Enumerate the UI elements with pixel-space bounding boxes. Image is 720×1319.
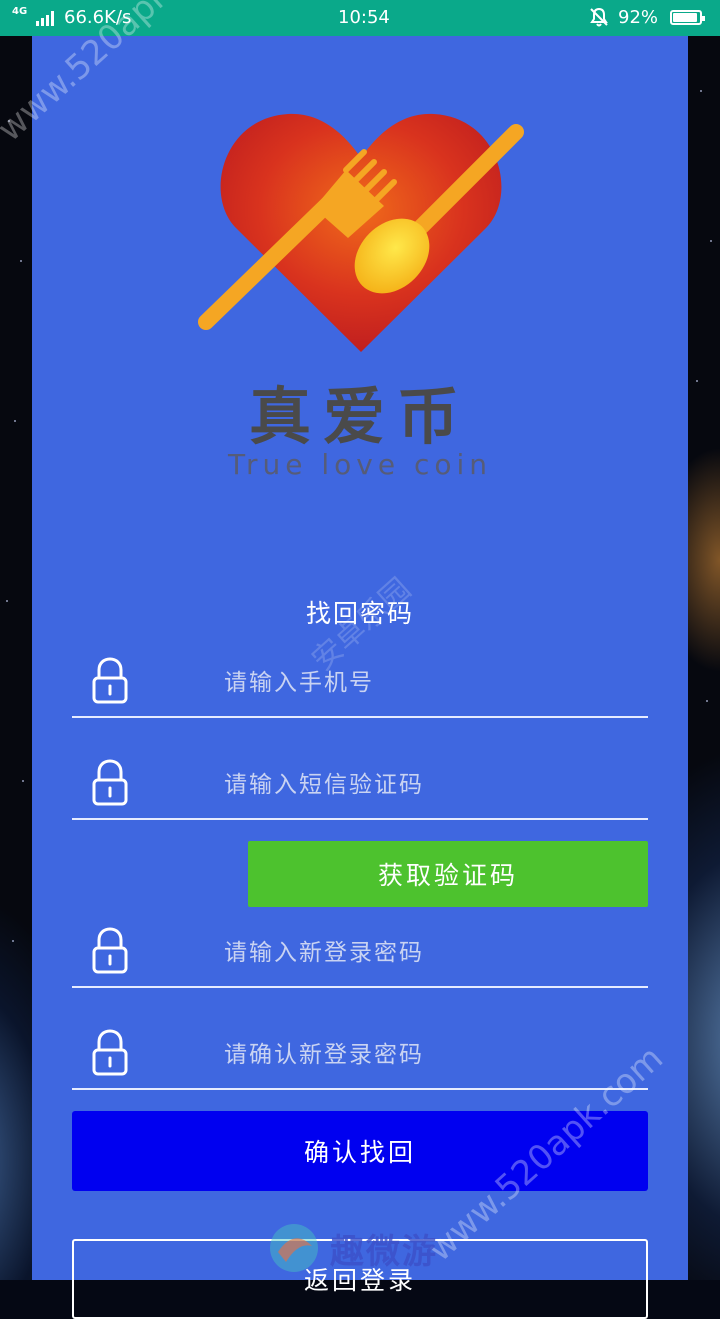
bell-mute-icon xyxy=(588,6,610,33)
app-logo xyxy=(196,110,526,364)
clock: 10:54 xyxy=(338,7,390,28)
site-logo-text: 趣微游 xyxy=(330,1231,438,1272)
phone-input[interactable] xyxy=(222,648,636,718)
watermark-logo: 趣微游 xyxy=(268,1222,438,1274)
network-speed: 66.6K/s xyxy=(64,7,132,28)
site-logo-icon xyxy=(270,1224,318,1272)
confirm-password-input[interactable] xyxy=(222,1020,636,1090)
battery-icon xyxy=(670,10,705,25)
lock-icon xyxy=(90,926,130,980)
get-code-button[interactable]: 获取验证码 xyxy=(248,841,648,907)
confirm-password-field xyxy=(72,1020,648,1090)
status-bar: 4G 66.6K/s 10:54 92% xyxy=(0,0,720,36)
network-type: 4G xyxy=(12,6,28,17)
new-password-field xyxy=(72,918,648,988)
lock-icon xyxy=(90,656,130,710)
phone-field xyxy=(72,648,648,718)
lock-icon xyxy=(90,1028,130,1082)
brand-name-cn: 真爱币 xyxy=(248,380,471,453)
lock-icon xyxy=(90,758,130,812)
battery-percent: 92% xyxy=(618,7,659,28)
sms-code-input[interactable] xyxy=(222,750,636,820)
sms-code-field xyxy=(72,750,648,820)
signal-icon xyxy=(36,10,54,26)
brand-name-en: True love coin xyxy=(227,448,493,481)
confirm-recover-button[interactable]: 确认找回 xyxy=(72,1111,648,1191)
new-password-input[interactable] xyxy=(222,918,636,988)
heart-icon xyxy=(220,113,502,352)
page-title: 找回密码 xyxy=(305,599,414,628)
